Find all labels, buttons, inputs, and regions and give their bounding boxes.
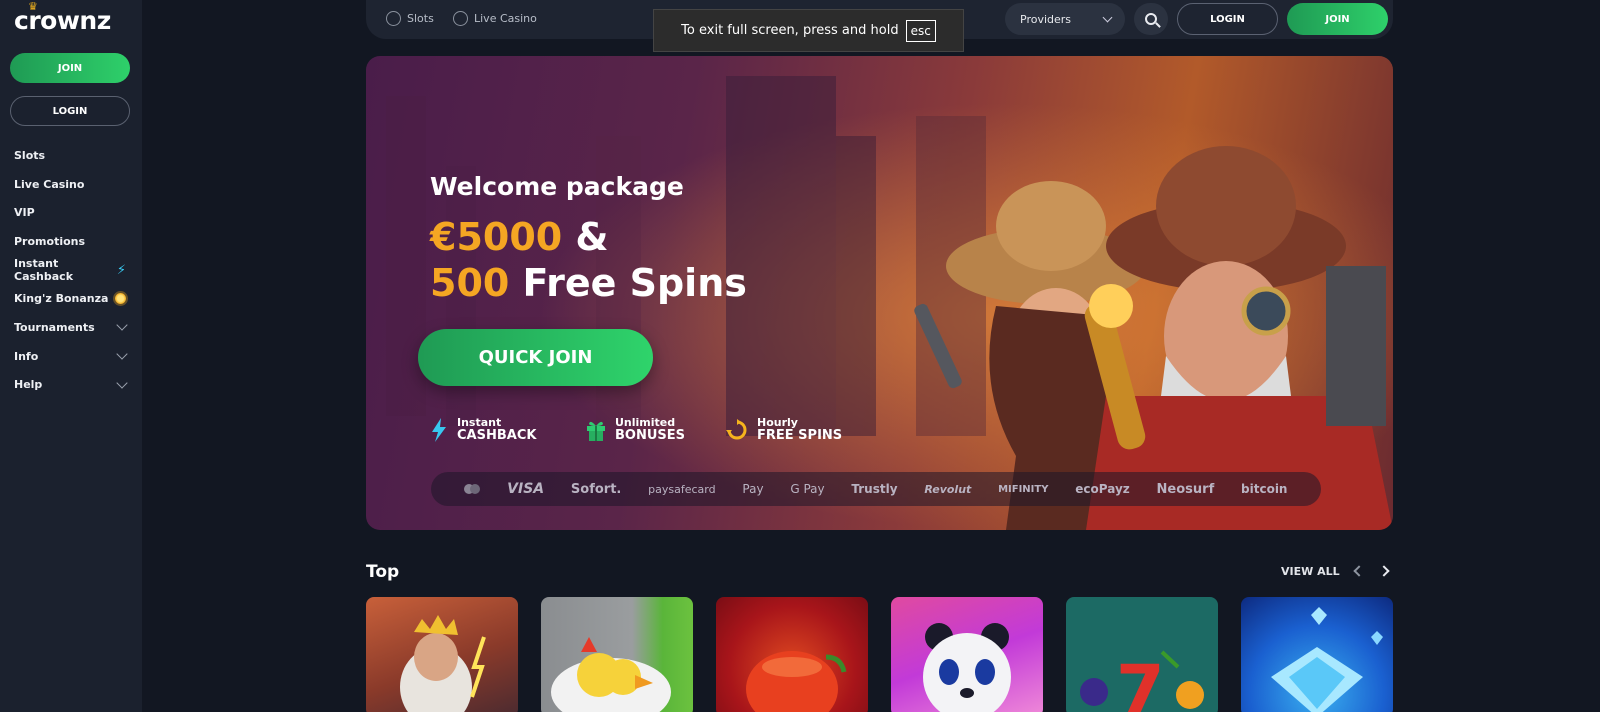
chevron-left-icon[interactable] bbox=[1353, 565, 1365, 577]
payment-neosurf: Neosurf bbox=[1156, 481, 1215, 497]
sidebar: ♛ crownz JOIN LOGIN Slots Live Casino VI… bbox=[0, 0, 142, 712]
view-all-link[interactable]: VIEW ALL bbox=[1281, 565, 1340, 578]
sidebar-item-label: VIP bbox=[14, 206, 35, 220]
game-thumbnail: 7 bbox=[1080, 650, 1204, 712]
payment-paysafecard: paysafecard bbox=[648, 482, 716, 496]
feature-line2: CASHBACK bbox=[457, 428, 537, 443]
providers-dropdown[interactable]: Providers bbox=[1005, 3, 1125, 35]
game-thumbnail bbox=[551, 637, 671, 712]
game-thumbnail bbox=[400, 615, 486, 712]
search-icon bbox=[1145, 13, 1157, 25]
top-login-button[interactable]: LOGIN bbox=[1177, 3, 1278, 35]
payment-apple-pay: Pay bbox=[742, 482, 764, 496]
chevron-right-icon[interactable] bbox=[1378, 565, 1390, 577]
bonus-amount: €5000 bbox=[430, 215, 563, 259]
game-thumbnail bbox=[923, 623, 1011, 712]
sidebar-item-kingz-bonanza[interactable]: King'z Bonanza bbox=[0, 284, 142, 313]
top-nav-label: Live Casino bbox=[474, 12, 537, 25]
sidebar-item-live-casino[interactable]: Live Casino bbox=[0, 170, 142, 199]
toast-text: To exit full screen, press and hold bbox=[681, 23, 899, 38]
payment-mifinity: MIFINITY bbox=[998, 483, 1049, 495]
game-thumbnail bbox=[746, 651, 847, 712]
sidebar-item-label: Slots bbox=[14, 148, 46, 162]
sidebar-item-label: Live Casino bbox=[14, 177, 85, 191]
top-nav-live-casino[interactable]: Live Casino bbox=[453, 11, 537, 26]
payment-trustly: Trustly bbox=[851, 482, 898, 496]
sidebar-item-label: Help bbox=[14, 378, 43, 392]
sidebar-item-label: King'z Bonanza bbox=[14, 292, 109, 306]
feature-line2: BONUSES bbox=[615, 428, 686, 443]
chevron-down-icon[interactable] bbox=[116, 319, 128, 332]
payment-visa: VISA bbox=[507, 481, 545, 497]
sidebar-item-label: Info bbox=[14, 349, 39, 363]
game-tile[interactable] bbox=[891, 597, 1043, 712]
feature-instant-cashback: Instant CASHBACK bbox=[430, 416, 536, 443]
hero-offer: €5000 & 500 Free Spins bbox=[430, 214, 747, 306]
payment-bitcoin: bitcoin bbox=[1241, 482, 1288, 496]
sidebar-item-vip[interactable]: VIP bbox=[0, 198, 142, 227]
sidebar-item-label: Instant Cashback bbox=[14, 257, 74, 284]
sidebar-item-promotions[interactable]: Promotions bbox=[0, 227, 142, 256]
sidebar-item-label: Tournaments bbox=[14, 320, 95, 334]
sidebar-item-instant-cashback[interactable]: Instant Cashback ⚡ bbox=[0, 256, 142, 285]
payment-ecopayz: ecoPayz bbox=[1075, 482, 1130, 496]
top-join-button[interactable]: JOIN bbox=[1287, 3, 1388, 35]
quick-join-button[interactable]: QUICK JOIN bbox=[418, 329, 653, 386]
svg-text:7: 7 bbox=[1116, 650, 1165, 712]
crownz-logo[interactable]: ♛ crownz bbox=[14, 0, 111, 35]
payment-revolut: Revolut bbox=[924, 482, 972, 496]
sidebar-login-button[interactable]: LOGIN bbox=[10, 96, 130, 126]
sidebar-item-label: Promotions bbox=[14, 234, 86, 248]
crown-icon: ♛ bbox=[28, 0, 38, 13]
payment-sofort: Sofort. bbox=[570, 481, 622, 497]
section-title-top: Top bbox=[366, 562, 400, 582]
game-thumbnail bbox=[1271, 607, 1383, 712]
chevron-down-icon bbox=[1102, 12, 1113, 23]
spins-suffix: Free Spins bbox=[509, 261, 747, 305]
lightning-icon bbox=[432, 417, 446, 442]
top-nav-slots[interactable]: Slots bbox=[386, 11, 434, 26]
chevron-down-icon[interactable] bbox=[116, 377, 128, 389]
game-tile[interactable] bbox=[716, 597, 868, 712]
bonus-amount-suffix: & bbox=[562, 215, 609, 259]
payment-google-pay: G Pay bbox=[790, 482, 825, 496]
mastercard-icon bbox=[464, 484, 481, 494]
sidebar-item-info[interactable]: Info bbox=[0, 342, 142, 371]
refresh-icon bbox=[726, 418, 747, 439]
game-tile[interactable] bbox=[541, 597, 693, 712]
sidebar-item-help[interactable]: Help bbox=[0, 371, 142, 400]
slots-icon bbox=[386, 11, 401, 26]
top-nav-label: Slots bbox=[407, 12, 434, 25]
sidebar-nav: Slots Live Casino VIP Promotions Instant… bbox=[0, 141, 142, 399]
chevron-down-icon[interactable] bbox=[116, 348, 128, 360]
sidebar-join-button[interactable]: JOIN bbox=[10, 53, 130, 83]
fullscreen-exit-toast: To exit full screen, press and hold esc bbox=[653, 9, 964, 52]
lightning-icon: ⚡ bbox=[116, 262, 126, 278]
spins-count: 500 bbox=[430, 261, 510, 305]
feature-unlimited-bonuses: Unlimited BONUSES bbox=[586, 416, 685, 443]
esc-key-badge: esc bbox=[905, 19, 936, 42]
live-casino-icon bbox=[453, 11, 468, 26]
hero-title: Welcome package bbox=[430, 172, 684, 201]
payment-methods-bar: VISA Sofort. paysafecard Pay G Pay Trust… bbox=[431, 472, 1321, 506]
game-tile[interactable] bbox=[366, 597, 518, 712]
game-tile[interactable] bbox=[1241, 597, 1393, 712]
providers-label: Providers bbox=[1020, 12, 1072, 26]
search-button[interactable] bbox=[1134, 3, 1168, 35]
sidebar-item-slots[interactable]: Slots bbox=[0, 141, 142, 170]
sidebar-item-tournaments[interactable]: Tournaments bbox=[0, 313, 142, 342]
hero-banner[interactable]: Welcome package €5000 & 500 Free Spins Q… bbox=[366, 56, 1393, 530]
sun-icon bbox=[115, 293, 126, 305]
feature-line2: FREE SPINS bbox=[757, 428, 843, 443]
gift-icon bbox=[587, 421, 605, 441]
feature-hourly-free-spins: Hourly FREE SPINS bbox=[726, 416, 842, 443]
game-tile[interactable]: 7 bbox=[1066, 597, 1218, 712]
